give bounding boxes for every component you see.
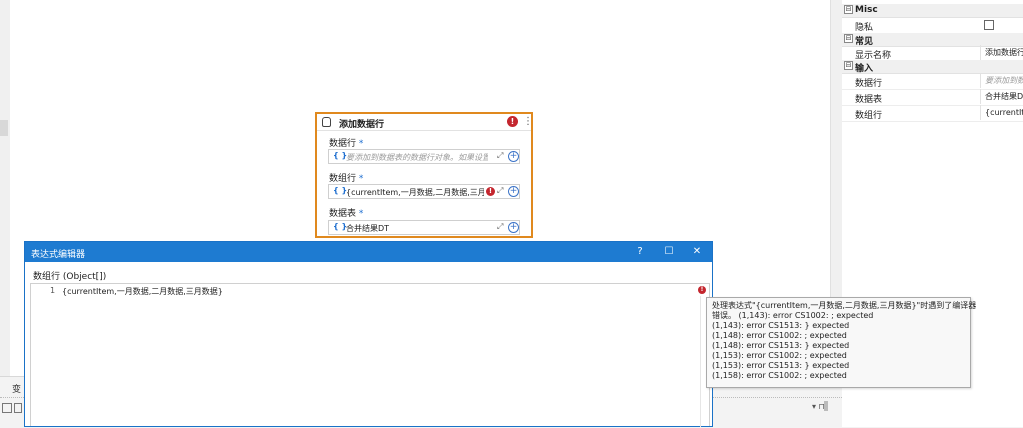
delete-icon[interactable] [14,403,22,413]
tooltip-line: (1,153): error CS1002: ; expected [712,351,847,360]
property-label: 数组行 [855,111,883,121]
plus-icon[interactable]: + [508,222,519,233]
collapse-icon[interactable]: ⊟ [844,61,853,70]
plus-icon[interactable]: + [508,151,519,162]
property-row-datatable: 数据表 合并结果DT [842,89,1023,106]
datarow-field[interactable]: { } 要添加到数据表的数据行对象。如果设置了 ⤢ + [328,149,520,164]
tooltip-line: 处理表达式"{currentItem,一月数据,二月数据,三月数据}"时遇到了编… [712,301,977,310]
database-icon [322,117,331,127]
more-options-icon[interactable]: ⋮ [523,116,533,127]
category-input[interactable]: ⊟ 输入 [842,60,1023,74]
field-label-datatable: 数据表 * [329,209,364,219]
collapse-icon[interactable]: ⊟ [844,34,853,43]
error-tooltip: 处理表达式"{currentItem,一月数据,二月数据,三月数据}"时遇到了编… [706,297,977,388]
property-label: 数据表 [855,95,883,105]
property-label: 数据行 [855,79,883,89]
editor-gutter-divider [700,296,701,427]
tooltip-line: (1,148): error CS1513: } expected [712,341,850,350]
property-row-privacy: 隐私 [842,17,1023,34]
datarow-input[interactable]: 要添加到数 [980,73,1023,88]
display-name-input[interactable]: 添加数据行 [980,45,1023,60]
collapse-icon[interactable]: ⊟ [844,5,853,14]
privacy-checkbox[interactable] [984,20,994,30]
tooltip-line: (1,158): error CS1002: ; expected [712,371,847,380]
close-button[interactable]: ✕ [690,245,704,259]
field-label-arrayrow: 数组行 * [329,174,364,184]
field-error-icon[interactable]: ! [486,187,495,196]
maximize-button[interactable]: ☐ [662,245,676,259]
dialog-title: 表达式编辑器 [31,250,86,260]
code-line[interactable]: {currentItem,一月数据,二月数据,三月数据} [62,286,223,297]
expression-editor-dialog: 表达式编辑器 ? ☐ ✕ 数组行 (Object[]) 1 {currentIt… [24,241,713,427]
dialog-titlebar[interactable]: 表达式编辑器 ? ☐ ✕ [25,242,712,262]
property-row-datarow: 数据行 要添加到数 [842,73,1023,90]
arrayrow-input[interactable]: {currentItem [980,105,1023,120]
activity-title: 添加数据行 [339,120,385,130]
pin-icon[interactable]: ▾ ⊓ [812,402,825,411]
arrayrow-value: {currentItem,一月数据,二月数据,三月数据} [346,188,484,197]
plus-icon[interactable]: + [508,186,519,197]
activity-header[interactable]: 添加数据行 ! ⋮ [317,114,533,131]
table-icon[interactable] [2,403,12,413]
property-label: 隐私 [855,23,874,33]
tooltip-line: 错误。 (1,143): error CS1002: ; expected [712,311,874,320]
bottom-panel-tab[interactable]: 变 [12,382,21,395]
expand-icon[interactable]: ⤢ [497,186,503,196]
editor-error-icon[interactable]: ! [698,286,706,294]
datatable-input[interactable]: 合并结果DT [980,89,1023,104]
field-label-datarow: 数据行 * [329,139,364,149]
tooltip-line: (1,143): error CS1513: } expected [712,321,850,330]
expand-icon[interactable]: ⤢ [497,222,503,232]
tooltip-line: (1,148): error CS1002: ; expected [712,331,847,340]
field-type-label: 数组行 (Object[]) [33,272,107,282]
property-row-arrayrow: 数组行 {currentItem [842,105,1023,122]
scrollbar-thumb[interactable] [824,401,828,411]
error-icon[interactable]: ! [507,116,518,127]
expand-icon[interactable]: ⤢ [497,151,503,161]
arrayrow-field[interactable]: { } {currentItem,一月数据,二月数据,三月数据} ! ⤢ + [328,184,520,199]
line-number: 1 [50,286,56,295]
datatable-value: 合并结果DT [346,224,390,233]
help-button[interactable]: ? [633,245,647,259]
category-misc[interactable]: ⊟ Misc [842,4,1023,18]
code-editor[interactable]: 1 {currentItem,一月数据,二月数据,三月数据} ! [30,283,710,427]
datarow-placeholder: 要添加到数据表的数据行对象。如果设置了 [346,153,488,162]
add-data-row-activity[interactable]: 添加数据行 ! ⋮ 数据行 * { } 要添加到数据表的数据行对象。如果设置了 … [315,112,533,238]
category-label: Misc [855,5,878,15]
tooltip-line: (1,153): error CS1513: } expected [712,361,850,370]
left-panel-marker [0,120,8,136]
datatable-field[interactable]: { } 合并结果DT ⤢ + [328,220,520,235]
